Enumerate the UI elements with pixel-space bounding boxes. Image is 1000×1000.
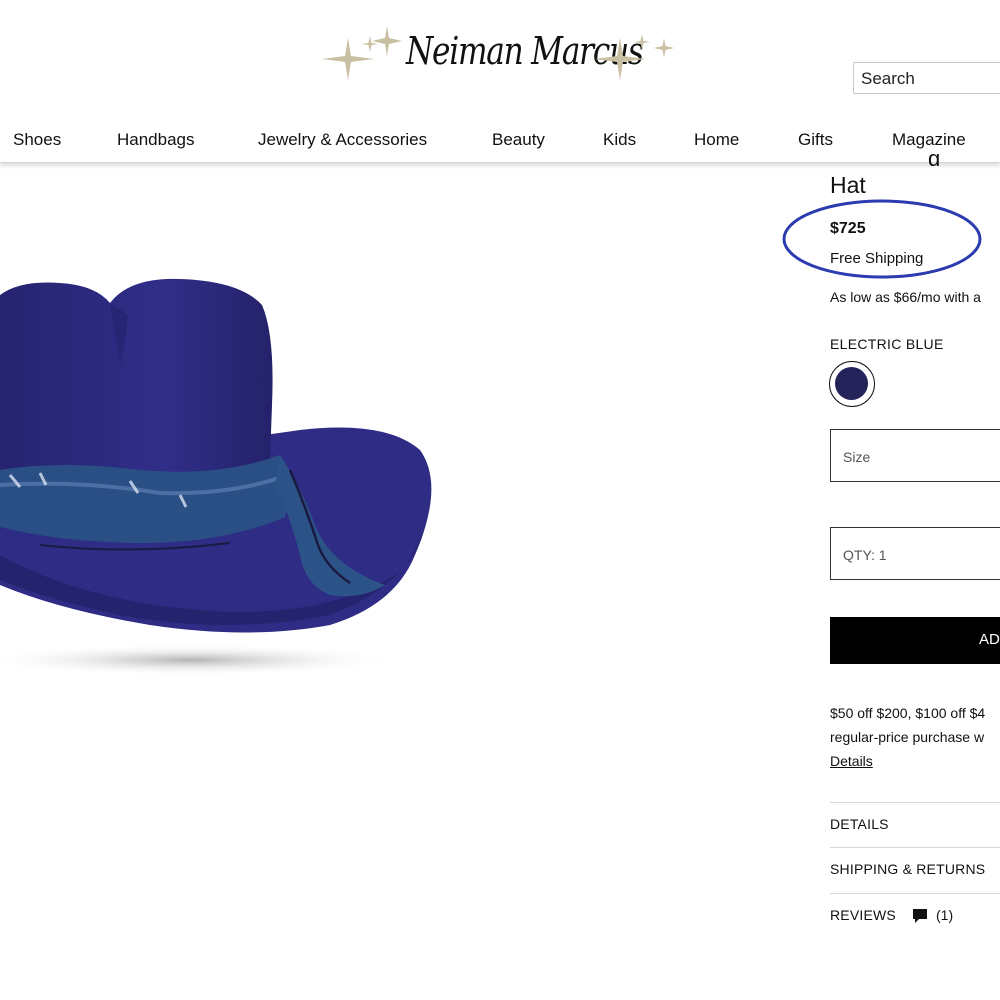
search-placeholder: Search <box>861 69 915 88</box>
nav-item-beauty[interactable]: Beauty <box>492 130 545 150</box>
product-price: $725 <box>830 220 866 237</box>
product-title-line1-cropped: g <box>928 146 941 166</box>
brand-logo-text: Neiman Marcus <box>406 29 644 73</box>
sparkle-icon <box>654 38 674 58</box>
promo-details-link[interactable]: Details <box>830 753 873 769</box>
brand-logo[interactable]: Neiman Marcus <box>318 14 678 94</box>
size-select[interactable]: Size <box>830 429 1000 482</box>
search-input[interactable]: Search <box>853 62 1000 94</box>
quantity-select[interactable]: QTY: 1 <box>830 527 1000 580</box>
nav-item-gifts[interactable]: Gifts <box>798 130 833 150</box>
review-count[interactable]: (1) <box>936 907 953 923</box>
accordion-reviews[interactable]: REVIEWS <box>830 907 896 923</box>
promo-text-line2: regular-price purchase w <box>830 729 985 745</box>
nav-item-kids[interactable]: Kids <box>603 130 636 150</box>
speech-bubble-icon <box>913 909 927 923</box>
color-swatch-electric-blue[interactable] <box>829 361 875 407</box>
product-image[interactable] <box>0 255 460 695</box>
color-name: ELECTRIC BLUE <box>830 336 944 352</box>
shipping-note: Free Shipping <box>830 250 924 267</box>
promo-text-line1: $50 off $200, $100 off $4 <box>830 705 986 721</box>
nav-item-handbags[interactable]: Handbags <box>117 130 195 150</box>
nav-item-jewelry-accessories[interactable]: Jewelry & Accessories <box>258 130 427 150</box>
nav-item-shoes[interactable]: Shoes <box>13 130 61 150</box>
size-placeholder: Size <box>843 449 871 465</box>
divider <box>830 893 1000 894</box>
hat-image <box>0 278 432 676</box>
divider <box>830 847 1000 848</box>
quantity-label: QTY: 1 <box>843 547 887 563</box>
sparkle-icon <box>372 26 402 56</box>
divider <box>830 802 1000 803</box>
accordion-shipping-returns[interactable]: SHIPPING & RETURNS <box>830 861 985 877</box>
price-highlight-circle <box>782 199 982 279</box>
nav-item-home[interactable]: Home <box>694 130 739 150</box>
financing-note: As low as $66/mo with a <box>830 289 981 305</box>
sparkle-icon <box>322 36 378 80</box>
add-to-bag-label: AD <box>979 631 1000 648</box>
sparkle-icon <box>596 34 650 80</box>
add-to-bag-button[interactable]: AD <box>830 617 1000 664</box>
accordion-details[interactable]: DETAILS <box>830 816 889 832</box>
